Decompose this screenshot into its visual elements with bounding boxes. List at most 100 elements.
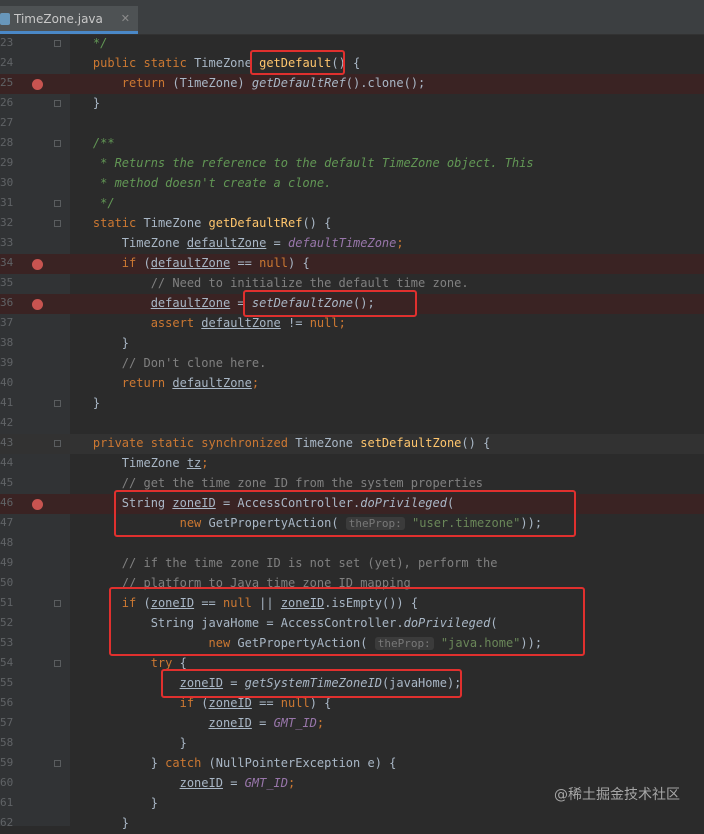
line-number: 25 [0,76,14,89]
code-line: 48 [0,534,704,554]
fold-icon[interactable] [54,660,61,667]
line-number: 58 [0,736,14,749]
highlight-box-user-timezone [114,490,576,537]
line-number: 53 [0,636,14,649]
code-text: */ [100,196,115,210]
line-number: 61 [0,796,14,809]
line-number: 34 [0,256,14,269]
code-text: } catch (NullPointerException e) { [150,756,397,770]
fold-icon[interactable] [54,600,61,607]
line-number: 43 [0,436,14,449]
code-line: 26 } [0,94,704,114]
line-number: 38 [0,336,14,349]
code-text: // Don't clone here. [121,356,267,370]
line-number: 37 [0,316,14,329]
line-number: 35 [0,276,14,289]
code-text: return defaultZone; [121,376,260,390]
fold-icon[interactable] [54,220,61,227]
code-line: 29 * Returns the reference to the defaul… [0,154,704,174]
line-number: 36 [0,296,14,309]
line-number: 62 [0,816,14,829]
line-number: 59 [0,756,14,769]
line-number: 26 [0,96,14,109]
fold-icon[interactable] [54,760,61,767]
code-text: zoneID = GMT_ID; [179,776,296,790]
code-line: 32 static TimeZone getDefaultRef() { [0,214,704,234]
fold-icon[interactable] [54,200,61,207]
code-text: } [92,396,101,410]
code-line: 40 return defaultZone; [0,374,704,394]
line-number: 29 [0,156,14,169]
breakpoint-icon[interactable] [32,259,43,270]
code-line: 24 public static TimeZone getDefault() { [0,54,704,74]
code-text: } [179,736,187,750]
code-line: 27 [0,114,704,134]
code-line: 28 /** [0,134,704,154]
highlight-box-setdefaultzone-call [243,290,417,317]
code-line-current: 43 private static synchronized TimeZone … [0,434,704,454]
line-number: 48 [0,536,14,549]
fold-icon[interactable] [54,440,61,447]
breakpoint-icon[interactable] [32,299,43,310]
code-text: private static synchronized TimeZone set… [92,436,491,450]
fold-icon[interactable] [54,400,61,407]
line-number: 42 [0,416,14,429]
fold-icon[interactable] [54,100,61,107]
code-text: * Returns the reference to the default T… [100,156,534,170]
line-number: 40 [0,376,14,389]
code-line: 39 // Don't clone here. [0,354,704,374]
tab-timezone-java[interactable]: TimeZone.java ✕ [0,6,138,34]
line-number: 41 [0,396,14,409]
highlight-box-getdefault [250,50,345,75]
line-number: 46 [0,496,14,509]
line-number: 56 [0,696,14,709]
code-line: 62 } [0,814,704,834]
code-line: 23 */ [0,34,704,54]
line-number: 54 [0,656,14,669]
tab-label: TimeZone.java [14,11,103,26]
line-number: 31 [0,196,14,209]
code-line: 57 zoneID = GMT_ID; [0,714,704,734]
code-line: 34 if (defaultZone == null) { [0,254,704,274]
code-text: // if the time zone ID is not set (yet),… [121,556,498,570]
line-number: 49 [0,556,14,569]
code-text: TimeZone defaultZone = defaultTimeZone; [121,236,404,250]
line-number: 50 [0,576,14,589]
code-text: zoneID = GMT_ID; [208,716,325,730]
java-file-icon [0,12,10,25]
code-text: static TimeZone getDefaultRef() { [92,216,332,230]
code-line: 25 return (TimeZone) getDefaultRef().clo… [0,74,704,94]
fold-icon[interactable] [54,140,61,147]
line-number: 47 [0,516,14,529]
line-number: 52 [0,616,14,629]
code-text: * method doesn't create a clone. [100,176,332,190]
code-text: // Need to initialize the default time z… [150,276,469,290]
code-text: try { [150,656,187,670]
code-text: /** [92,136,115,150]
code-text: TimeZone tz; [121,456,209,470]
code-line: 41 } [0,394,704,414]
highlight-box-java-home [109,587,585,656]
line-number: 55 [0,676,14,689]
breakpoint-icon[interactable] [32,79,43,90]
line-number: 44 [0,456,14,469]
fold-icon[interactable] [54,40,61,47]
code-line: 59 } catch (NullPointerException e) { [0,754,704,774]
code-text: } [121,816,130,830]
code-line: 44 TimeZone tz; [0,454,704,474]
line-number: 45 [0,476,14,489]
close-icon[interactable]: ✕ [121,12,130,25]
line-number: 39 [0,356,14,369]
code-text: } [92,96,101,110]
line-number: 28 [0,136,14,149]
code-text: // get the time zone ID from the system … [121,476,484,490]
code-line: 42 [0,414,704,434]
line-number: 51 [0,596,14,609]
line-number: 24 [0,56,14,69]
line-number: 57 [0,716,14,729]
line-number: 33 [0,236,14,249]
code-line: 30 * method doesn't create a clone. [0,174,704,194]
highlight-box-getsystemtimezoneid [161,669,462,698]
editor-tab-bar: TimeZone.java ✕ [0,0,704,35]
breakpoint-icon[interactable] [32,499,43,510]
